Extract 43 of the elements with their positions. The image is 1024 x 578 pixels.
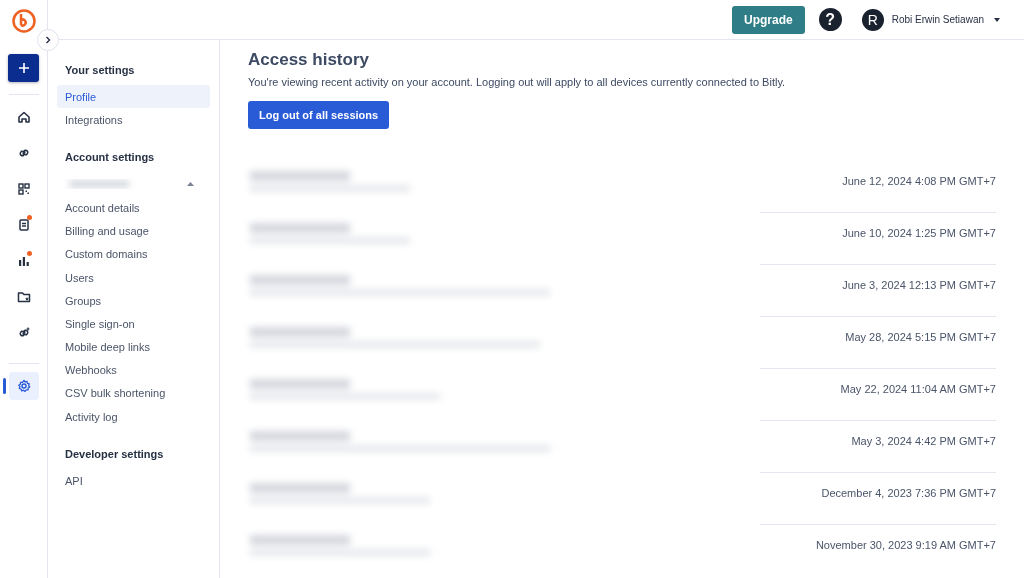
page-description: You're viewing recent activity on your account. Logging out will apply to all devices currently connected to Bitly. — [248, 76, 787, 88]
session-time: June 3, 2024 12:13 PM GMT+7 — [842, 279, 996, 291]
session-time: December 4, 2023 7:36 PM GMT+7 — [821, 487, 996, 499]
settings-nav-item[interactable]: CSV bulk shortening — [57, 381, 210, 406]
settings-nav-item[interactable]: Groups — [57, 289, 210, 313]
settings-nav-item[interactable]: Activity log — [57, 405, 210, 429]
session-time: May 3, 2024 4:42 PM GMT+7 — [851, 435, 996, 447]
session-time: November 30, 2023 9:19 AM GMT+7 — [815, 539, 996, 551]
settings-nav-item[interactable]: Custom domains — [57, 242, 210, 266]
settings-icon — [15, 378, 32, 394]
qr-code-icon — [15, 181, 32, 197]
session-time: May 22, 2024 11:04 AM GMT+7 — [840, 383, 996, 395]
settings-nav-item[interactable]: Single sign-on — [57, 312, 210, 336]
avatar: R — [861, 8, 884, 31]
settings-nav-item[interactable]: Integrations — [57, 108, 210, 132]
settings-nav-item[interactable]: Mobile deep links — [57, 335, 210, 359]
settings-nav-item[interactable]: Account details — [57, 196, 210, 220]
plus-icon — [17, 62, 30, 74]
home-icon — [15, 109, 32, 125]
folder-star-icon — [15, 289, 32, 305]
help-button[interactable]: ? — [818, 8, 842, 31]
create-button[interactable] — [8, 54, 39, 82]
section-heading: Account settings — [64, 151, 156, 166]
user-menu[interactable]: Robi Erwin Setiawan — [891, 14, 1000, 25]
session-time: June 12, 2024 4:08 PM GMT+7 — [842, 175, 996, 187]
settings-nav-item[interactable]: Billing and usage — [57, 219, 210, 243]
settings-nav-item[interactable]: API — [57, 469, 210, 493]
session-time: June 10, 2024 1:25 PM GMT+7 — [842, 227, 996, 239]
caret-icon — [994, 17, 1000, 22]
session-time: May 28, 2024 5:15 PM GMT+7 — [845, 331, 996, 343]
active-indicator — [2, 378, 6, 394]
logo-icon[interactable] — [10, 8, 37, 34]
chevron-right-icon — [44, 36, 52, 44]
settings-nav-item[interactable]: Users — [57, 265, 210, 290]
upgrade-button[interactable]: Upgrade — [732, 5, 805, 34]
caret-up-icon — [187, 182, 194, 187]
settings-nav-item[interactable]: Profile — [57, 85, 210, 109]
page-title: Access history — [248, 50, 370, 71]
section-heading: Your settings — [64, 64, 136, 78]
settings-nav-item[interactable]: Webhooks — [57, 358, 210, 382]
expand-button[interactable] — [37, 29, 59, 51]
logout-all-button[interactable]: Log out of all sessions — [248, 101, 390, 129]
section-heading: Developer settings — [64, 448, 165, 463]
